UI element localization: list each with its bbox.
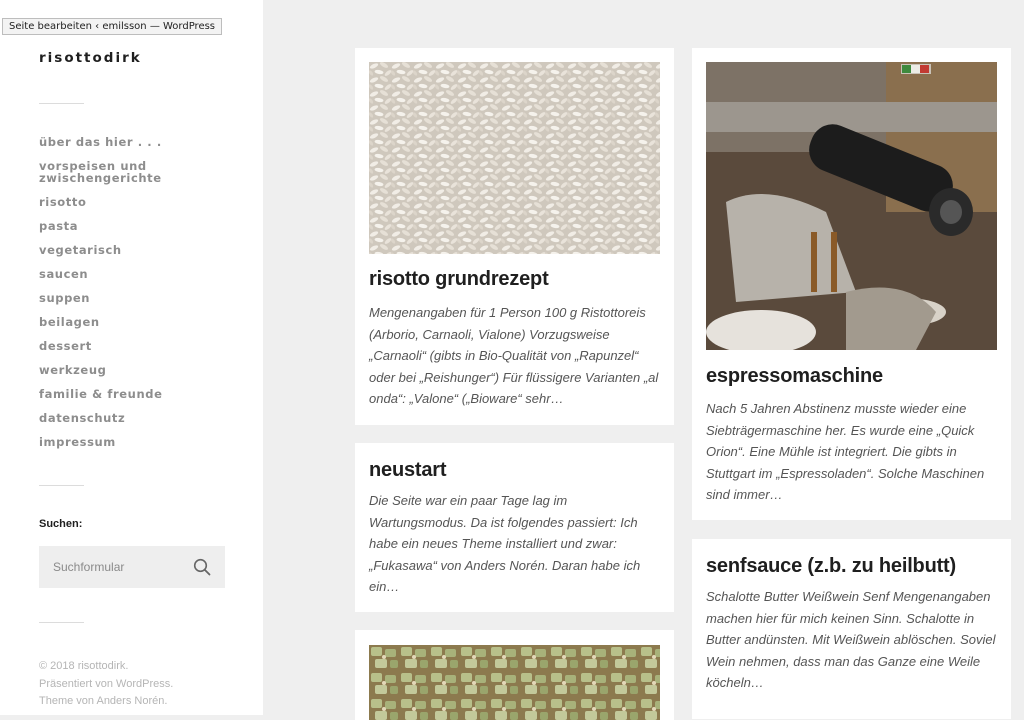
nav-item-ueber[interactable]: über das hier . . . [39, 136, 239, 148]
nav-item-vegetarisch[interactable]: vegetarisch [39, 244, 239, 256]
post-excerpt: Mengenangaben für 1 Person 100 g Ristott… [369, 305, 659, 407]
nav-item-datenschutz[interactable]: datenschutz [39, 412, 239, 424]
footer-powered-by[interactable]: Präsentiert von WordPress. [39, 676, 173, 694]
post-title[interactable]: risotto grundrezept [369, 268, 549, 291]
main-navigation: über das hier . . . vorspeisen und zwisc… [39, 136, 239, 448]
food-image [369, 645, 660, 720]
post-thumbnail-rice[interactable] [369, 62, 660, 254]
post-excerpt: Schalotte Butter Weißwein Senf Mengenang… [706, 589, 996, 691]
nav-item-saucen[interactable]: saucen [39, 268, 239, 280]
site-footer: © 2018 risottodirk. Präsentiert von Word… [39, 658, 173, 711]
post-title[interactable]: senfsauce (z.b. zu heilbutt) [706, 555, 956, 578]
post-thumbnail-food[interactable] [369, 645, 660, 720]
sidebar: Seite bearbeiten ‹ emilsson — WordPress … [0, 0, 263, 715]
separator [39, 485, 84, 486]
search-label: Suchen: [39, 518, 83, 530]
separator [39, 103, 84, 104]
espresso-machine-image [706, 62, 997, 350]
footer-theme-credit[interactable]: Theme von Anders Norén. [39, 693, 173, 711]
nav-item-pasta[interactable]: pasta [39, 220, 239, 232]
browser-tooltip: Seite bearbeiten ‹ emilsson — WordPress [2, 18, 223, 35]
search-form [39, 546, 225, 588]
nav-item-beilagen[interactable]: beilagen [39, 316, 239, 328]
post-thumbnail-espresso[interactable] [706, 62, 997, 350]
nav-item-vorspeisen[interactable]: vorspeisen und zwischengerichte [39, 160, 161, 184]
post-excerpt: Nach 5 Jahren Abstinenz musste wieder ei… [706, 401, 985, 503]
post-title[interactable]: neustart [369, 459, 447, 482]
post-card[interactable]: risotto grundrezept Mengenangaben für 1 … [355, 48, 674, 425]
nav-item-suppen[interactable]: suppen [39, 292, 239, 304]
nav-item-werkzeug[interactable]: werkzeug [39, 364, 239, 376]
post-excerpt: Die Seite war ein paar Tage lag im Wartu… [369, 493, 641, 595]
search-button[interactable] [189, 554, 215, 580]
site-title[interactable]: risottodirk [39, 50, 142, 66]
post-card[interactable]: espressomaschine Nach 5 Jahren Abstinenz… [692, 48, 1011, 520]
separator [39, 622, 84, 623]
post-card[interactable]: senfsauce (z.b. zu heilbutt) Schalotte B… [692, 539, 1011, 719]
post-card[interactable] [355, 630, 674, 720]
nav-item-familie[interactable]: familie & freunde [39, 388, 239, 400]
nav-item-dessert[interactable]: dessert [39, 340, 239, 352]
search-icon [193, 558, 211, 576]
post-title[interactable]: espressomaschine [706, 365, 883, 388]
footer-copyright: © 2018 risottodirk. [39, 660, 129, 672]
search-input[interactable] [39, 546, 179, 588]
nav-item-impressum[interactable]: impressum [39, 436, 239, 448]
nav-item-risotto[interactable]: risotto [39, 196, 239, 208]
rice-image [369, 62, 660, 254]
post-card[interactable]: neustart Die Seite war ein paar Tage lag… [355, 443, 674, 612]
